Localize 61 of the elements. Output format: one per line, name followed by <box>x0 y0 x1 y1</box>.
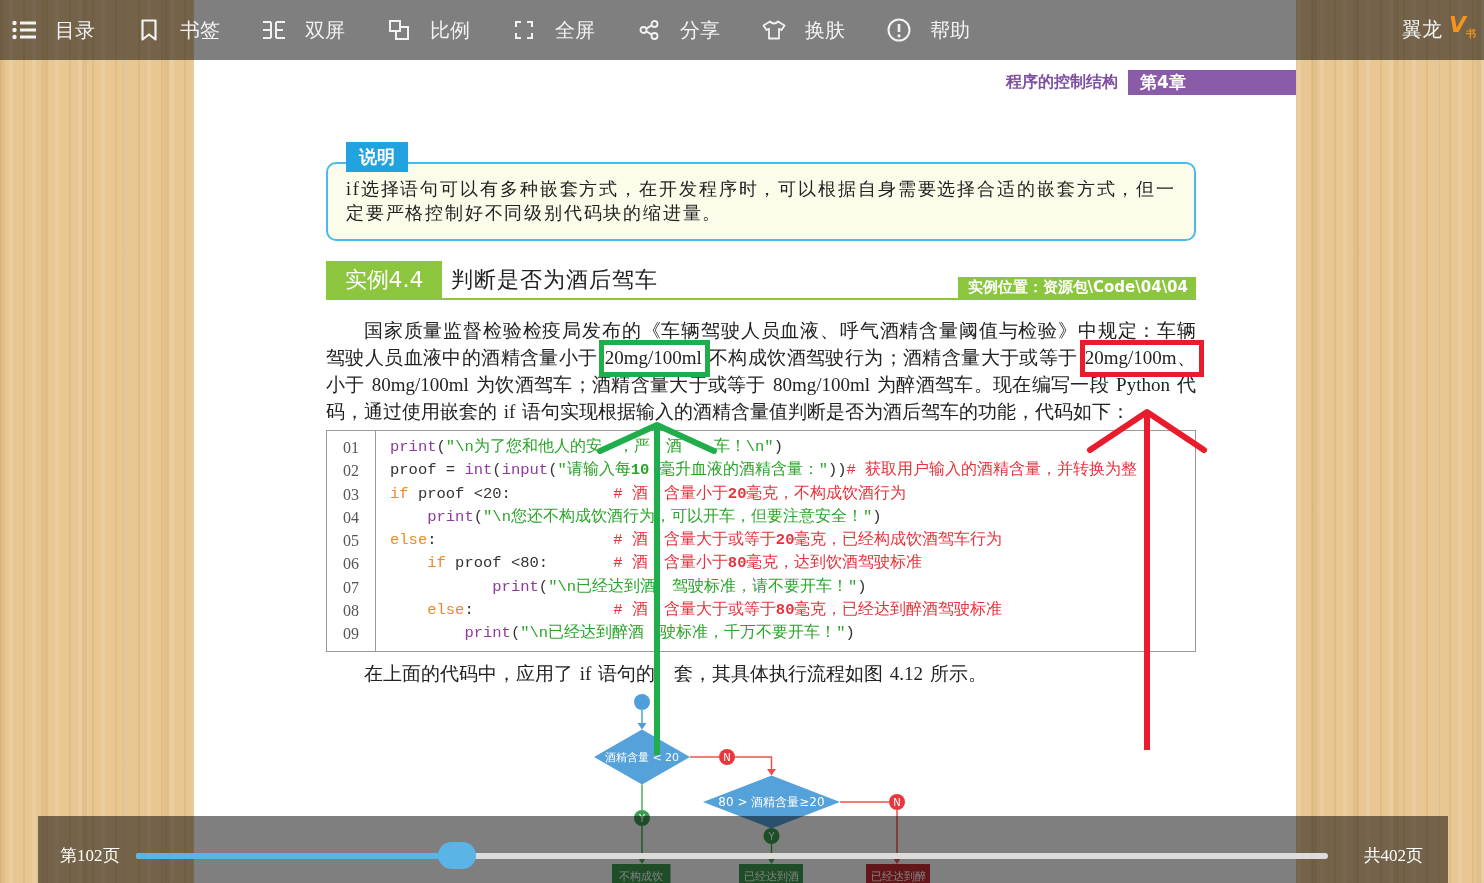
no-badge: N <box>889 793 905 810</box>
fullscreen-icon <box>515 21 533 39</box>
shirt-icon <box>762 20 786 40</box>
line-number: 01 <box>342 438 360 458</box>
overlapping-squares-icon <box>389 20 409 40</box>
toolbar-button[interactable]: 分享 <box>637 16 720 44</box>
code-line: if proof <20: # 酒 含量小于20毫克，不构成饮酒行为 <box>390 483 908 505</box>
example-location: 实例位置：资源包\Code\04\04 <box>957 277 1196 298</box>
line-number: 09 <box>342 624 360 645</box>
page-slider[interactable] <box>135 842 1328 869</box>
toolbar-button[interactable]: 目录 <box>12 16 95 44</box>
code-line: if proof <80: # 酒 含量小于80毫克，达到饮酒驾驶标准 <box>426 552 924 575</box>
note-text: if选择语句可以有多种嵌套方式，在开发程序时，可以根据自身需要选择合适的嵌套方式，但一 定要严格控制好不同级别代码块的缩进量。 <box>346 178 1176 225</box>
line-number: 08 <box>342 601 360 622</box>
toolbar-button[interactable]: 换肤 <box>762 16 845 44</box>
code-line: else: # 酒 含量大于或等于20毫克，已经构成饮酒驾车行为 <box>390 529 1004 552</box>
toolbar-button[interactable]: 书签 <box>137 16 220 44</box>
toolbar-button[interactable]: 帮助 <box>887 16 970 44</box>
decision-text: 酒精含量 < 20 <box>604 750 680 764</box>
line-number: 06 <box>342 554 360 575</box>
toolbar-button[interactable]: 全屏 <box>512 16 595 44</box>
yes-badge: Y <box>763 827 780 844</box>
start-node <box>634 693 650 710</box>
flow-line <box>839 800 890 803</box>
code-line: else: # 酒 含量大于或等于80毫克，已经达到醉酒驾驶标准 <box>426 599 1004 622</box>
two-column-icon <box>262 20 286 40</box>
body-paragraph: 在上面的代码中，应用了 if 语句的 套，其具体执行流程如图 4.12 所示。 <box>363 661 988 686</box>
example-number: 实例4.4 <box>326 261 442 298</box>
share-icon <box>639 20 659 40</box>
current-page: 第102页 <box>60 845 120 867</box>
flow-arrow <box>734 755 776 776</box>
note-tag: 说明 <box>346 142 408 172</box>
line-number: 04 <box>342 507 360 528</box>
brand-logo: V$_{书}$ <box>1448 13 1476 42</box>
chapter-title: 程序的控制结构 <box>1006 72 1118 93</box>
line-number: 03 <box>342 484 360 505</box>
code-line: proof = int(input("请输入每10 毫升血液的酒精含量："))# 获取用户输入的酒精含量，并转换为整 <box>390 459 1138 482</box>
example-title: 判断是否为酒后驾车 <box>451 266 658 294</box>
flow-line <box>641 783 643 811</box>
flow-arrow <box>637 708 647 730</box>
result-box: 已经达到酒 <box>739 863 803 883</box>
total-pages: 共402页 <box>1363 845 1423 867</box>
code-line: print("\n已经达到酒 驾驶标准，请不要开车！") <box>491 576 868 598</box>
line-number: 02 <box>342 461 360 482</box>
no-badge: N <box>719 748 735 765</box>
line-number: 07 <box>342 577 360 598</box>
code-line: print("\n已经达到醉酒 驶标准，千万不要开车！") <box>463 622 856 645</box>
flow-line <box>689 755 720 758</box>
chapter-label: 第4章 <box>1128 70 1296 95</box>
line-number: 05 <box>342 531 360 552</box>
decision-text: 80 > 酒精含量≥20 <box>718 794 825 809</box>
toolbar-button[interactable]: 双屏 <box>262 16 345 44</box>
exclamation-circle-icon <box>887 18 911 42</box>
menu-icon <box>12 20 36 40</box>
code-line: print("\n您还不构成饮酒行为，可以开车，但要注意安全！") <box>426 506 883 528</box>
toolbar-button[interactable]: 比例 <box>387 16 470 44</box>
bookmark-icon <box>141 19 157 41</box>
yes-badge: Y <box>634 809 650 826</box>
result-box: 已经达到醉 <box>866 863 930 883</box>
result-box: 不构成饮 <box>612 863 671 883</box>
brand-name: 翼龙 <box>1401 16 1442 44</box>
